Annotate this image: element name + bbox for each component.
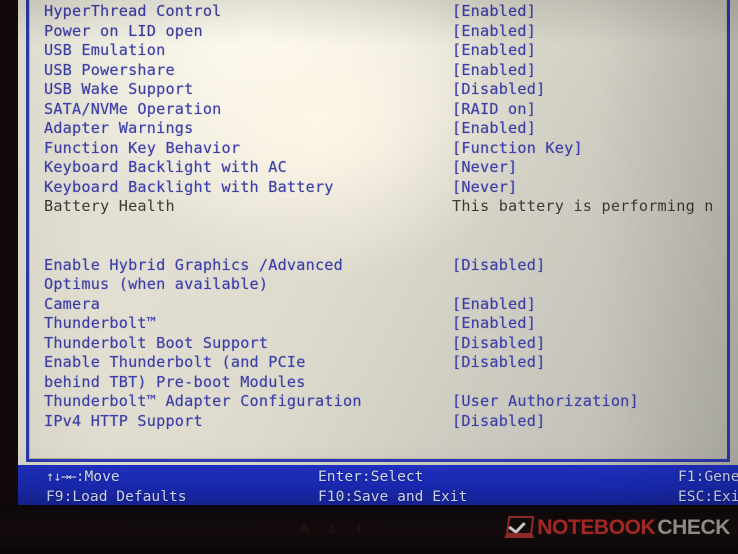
settings-row[interactable]: IPv4 HTTP Support [Disabled] <box>18 412 738 432</box>
help-general-help[interactable]: F1:Gener <box>678 467 738 487</box>
help-exit[interactable]: ESC:Exit <box>678 487 738 505</box>
settings-row[interactable]: SATA/NVMe Operation [RAID on] <box>18 100 738 120</box>
settings-row[interactable]: Thunderbolt™ Adapter Configuration [User … <box>18 392 738 412</box>
setting-value[interactable]: This battery is performing n <box>452 197 714 217</box>
setting-label: behind TBT) Pre-boot Modules <box>44 372 306 391</box>
bios-help-bar: ↑↓→←:Move F9:Load Defaults Enter:Select … <box>18 465 738 505</box>
setting-value[interactable]: [Disabled] <box>452 80 545 100</box>
setting-label: Enable Thunderbolt (and PCIe <box>44 353 306 371</box>
setting-value[interactable]: [Enabled] <box>452 295 536 315</box>
settings-row[interactable]: Camera [Enabled] <box>18 295 738 315</box>
setting-label: SATA/NVMe Operation <box>44 99 222 118</box>
watermark-check: CHECK <box>657 516 730 539</box>
help-save-and-exit[interactable]: F10:Save and Exit <box>318 487 467 505</box>
help-move: ↑↓→←:Move <box>46 467 120 487</box>
setting-value[interactable]: [Disabled] <box>452 256 545 276</box>
settings-row[interactable]: Enable Hybrid Graphics /Advanced [Disable… <box>18 256 738 276</box>
setting-label: Thunderbolt™ <box>44 314 157 332</box>
help-move-label: :Move <box>75 468 120 485</box>
setting-label: Thunderbolt Boot Support <box>44 333 269 352</box>
settings-row[interactable]: HyperThread Control [Enabled] <box>18 2 738 22</box>
setting-label: USB Powershare <box>44 60 175 79</box>
setting-value[interactable]: [Enabled] <box>452 314 536 334</box>
watermark-notebook: NOTEBOOK <box>537 516 656 539</box>
setting-label: Thunderbolt™ Adapter Configuration <box>44 392 362 410</box>
setting-label: Optimus (when available) <box>44 275 269 293</box>
setting-value[interactable]: [Enabled] <box>452 119 536 139</box>
setting-label: Camera <box>44 294 101 313</box>
setting-label: Keyboard Backlight with AC <box>44 158 287 176</box>
setting-value[interactable]: [Disabled] <box>452 412 545 432</box>
setting-value[interactable]: [Function Key] <box>452 139 583 159</box>
settings-row[interactable]: Thunderbolt Boot Support [Disabled] <box>18 334 738 354</box>
setting-value[interactable]: [Disabled] <box>452 334 545 354</box>
bios-screen: HyperThread Control [Enabled] Power on LID… <box>18 0 738 505</box>
bottom-bezel: A L I NOTEBOOK CHECK <box>0 505 738 554</box>
setting-label: IPv4 HTTP Support <box>44 411 203 430</box>
setting-label: Function Key Behavior <box>44 138 241 157</box>
setting-label: Adapter Warnings <box>44 119 194 137</box>
help-select[interactable]: Enter:Select <box>318 467 423 487</box>
laptop-brand-text: A L I <box>300 521 371 536</box>
settings-row[interactable]: Enable Thunderbolt (and PCIe [Disabled] <box>18 353 738 373</box>
setting-value[interactable]: [Enabled] <box>452 2 536 22</box>
setting-label: Enable Hybrid Graphics /Advanced <box>44 255 343 274</box>
setting-value[interactable]: [Enabled] <box>452 22 536 42</box>
setting-value[interactable]: [Never] <box>452 158 517 178</box>
setting-value[interactable]: [User Authorization] <box>452 392 639 412</box>
setting-value[interactable]: [Disabled] <box>452 353 545 373</box>
settings-row[interactable]: USB Powershare [Enabled] <box>18 61 738 81</box>
setting-label: Keyboard Backlight with Battery <box>44 177 334 196</box>
laptop-bezel: HyperThread Control [Enabled] Power on LID… <box>0 0 738 554</box>
setting-value[interactable]: [Enabled] <box>452 41 536 61</box>
settings-row[interactable]: Adapter Warnings [Enabled] <box>18 119 738 139</box>
settings-row[interactable]: Optimus (when available) <box>18 275 738 295</box>
settings-row[interactable]: Battery Health This battery is performing… <box>18 197 738 217</box>
settings-row[interactable]: Keyboard Backlight with AC [Never] <box>18 158 738 178</box>
bios-settings-list: HyperThread Control [Enabled] Power on LID… <box>18 0 738 431</box>
settings-row-spacer <box>18 236 738 256</box>
setting-label: HyperThread Control <box>44 2 222 20</box>
setting-value[interactable]: [Never] <box>452 178 517 198</box>
setting-label: USB Wake Support <box>44 80 194 98</box>
settings-row[interactable]: USB Wake Support [Disabled] <box>18 80 738 100</box>
setting-value[interactable]: [Enabled] <box>452 61 536 81</box>
settings-row[interactable]: Power on LID open [Enabled] <box>18 22 738 42</box>
setting-label: USB Emulation <box>44 41 166 59</box>
settings-row[interactable]: Function Key Behavior [Function Key] <box>18 139 738 159</box>
settings-row[interactable]: behind TBT) Pre-boot Modules <box>18 373 738 393</box>
laptop-check-icon <box>504 516 535 540</box>
settings-row[interactable]: Thunderbolt™ [Enabled] <box>18 314 738 334</box>
settings-row[interactable]: Keyboard Backlight with Battery [Never] <box>18 178 738 198</box>
settings-row[interactable]: USB Emulation [Enabled] <box>18 41 738 61</box>
help-load-defaults[interactable]: F9:Load Defaults <box>46 487 187 505</box>
setting-value[interactable]: [RAID on] <box>452 100 536 120</box>
setting-label: Power on LID open <box>44 21 203 40</box>
arrow-keys-icon: ↑↓→← <box>46 469 77 485</box>
notebookcheck-watermark: NOTEBOOK CHECK <box>504 516 730 540</box>
setting-label: Battery Health <box>44 197 175 215</box>
settings-row-spacer <box>18 217 738 237</box>
